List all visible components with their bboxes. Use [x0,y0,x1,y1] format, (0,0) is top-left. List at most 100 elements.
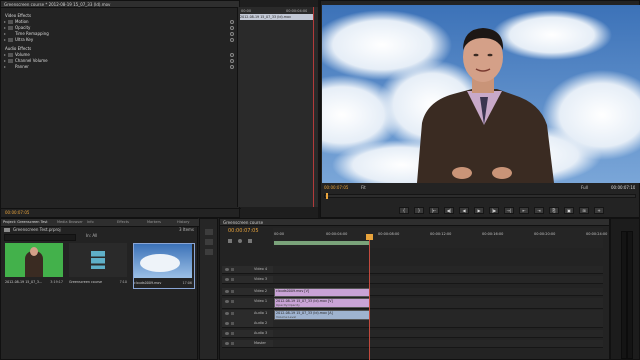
program-scrub-bar[interactable] [324,193,636,199]
track-visibility-icon[interactable] [225,278,229,281]
transport-button[interactable]: ⇥ [534,207,544,214]
reset-icon[interactable] [230,32,234,36]
program-fit-dropdown[interactable]: Fit [361,185,366,191]
reset-icon[interactable] [230,53,234,57]
expand-triangle-icon[interactable] [4,66,6,68]
timeline-tool-icons[interactable] [228,238,268,244]
snap-icon[interactable] [228,239,232,243]
transport-button[interactable]: ▣ [564,207,574,214]
transport-button[interactable]: ▶ [474,207,484,214]
track-visibility-icon[interactable] [225,300,229,303]
effect-controls-header[interactable]: Greenscreen course * 2012-08-19 15_07_33… [1,1,239,8]
timeline-ruler[interactable] [273,228,603,248]
transport-button[interactable]: →| [504,207,514,214]
track-lane[interactable] [273,330,603,338]
track-lane[interactable] [273,266,603,274]
project-tab[interactable]: Project: Greenscreen Test [3,219,55,226]
expand-triangle-icon[interactable] [4,39,6,41]
transport-button[interactable]: } [414,207,424,214]
project-item-thumbnail[interactable] [134,244,192,278]
transport-button[interactable]: |← [429,207,439,214]
track-header[interactable]: Audio 3 [222,330,273,338]
track-header[interactable]: Video 4 [222,266,273,274]
transport-button[interactable]: |▶ [489,207,499,214]
link-icon[interactable] [248,239,252,243]
track-header[interactable]: Master [222,340,273,348]
track-header[interactable]: Video 2 [222,288,273,296]
reset-icon[interactable] [230,65,234,69]
transport-button[interactable]: ⊞ [579,207,589,214]
effect-controls-timecode[interactable]: 00:00:07:05 [5,210,29,216]
clip-video1-presenter[interactable]: 2012-08-19 15_07_33 (ld).mov [V] Opacity:… [274,298,370,308]
transport-button[interactable]: { [399,207,409,214]
timeline-playhead[interactable] [366,234,373,360]
project-tab[interactable]: Markers [147,219,175,226]
track-lane[interactable] [273,340,603,348]
track-lock-icon[interactable] [231,278,234,281]
transport-button[interactable]: + [594,207,604,214]
track-lane[interactable] [273,320,603,328]
transport-button[interactable]: ⇤ [519,207,529,214]
track-lock-icon[interactable] [231,290,234,293]
razor-tool-icon[interactable] [205,239,213,245]
mini-clip-bar[interactable]: 2012-08-19 15_07_33 (ld).mov [240,14,314,20]
program-quality-dropdown[interactable]: Full [581,185,588,191]
project-tab[interactable]: Media Browser [57,219,85,226]
transport-button[interactable]: ◀ [459,207,469,214]
transport-button[interactable]: ◀| [444,207,454,214]
project-item-thumbnail[interactable] [5,243,63,277]
track-lock-icon[interactable] [231,268,234,271]
hand-tool-icon[interactable] [205,249,213,255]
video-effect-row[interactable]: Ultra Key [4,37,236,43]
track-header[interactable]: Audio 2 [222,320,273,328]
track-lock-icon[interactable] [231,342,234,345]
program-playhead[interactable] [326,193,328,199]
expand-triangle-icon[interactable] [4,60,6,62]
reset-icon[interactable] [230,26,234,30]
project-item[interactable]: clouds0009.mov 17:06 [133,243,195,289]
track-lock-icon[interactable] [231,312,234,315]
expand-triangle-icon[interactable] [4,33,6,35]
track-lock-icon[interactable] [231,322,234,325]
transport-button[interactable]: ⎘ [549,207,559,214]
audio-effect-row[interactable]: Panner [4,64,236,70]
reset-icon[interactable] [230,20,234,24]
track-visibility-icon[interactable] [225,290,229,293]
track-visibility-icon[interactable] [225,322,229,325]
expand-triangle-icon[interactable] [4,21,6,23]
fx-badge-icon[interactable] [8,26,13,30]
program-monitor-video[interactable] [322,5,640,183]
clip-video2-clouds[interactable]: clouds0009.mov [V] [274,288,370,297]
project-item[interactable]: 2012-08-19 15_07_3... 3:19:17 [5,243,65,287]
track-visibility-icon[interactable] [225,268,229,271]
project-item[interactable]: Greenscreen course 7:10 [69,243,129,287]
reset-icon[interactable] [230,38,234,42]
track-header[interactable]: Video 3 [222,276,273,284]
work-area-bar[interactable] [274,241,370,245]
clip-audio1-presenter[interactable]: 2012-08-19 15_07_33 (ld).mov [A] Volume:L… [274,310,370,320]
reset-icon[interactable] [230,59,234,63]
selection-tool-icon[interactable] [205,229,213,235]
fx-badge-icon[interactable] [8,53,13,57]
fx-badge-icon[interactable] [8,59,13,63]
timeline-tab[interactable]: Greenscreen course [220,219,609,226]
track-lane[interactable] [273,276,603,284]
timeline-timecode[interactable]: 00:00:07:05 [228,228,259,234]
project-tab[interactable]: Info [87,219,115,226]
track-visibility-icon[interactable] [225,342,229,345]
track-visibility-icon[interactable] [225,312,229,315]
fx-badge-icon[interactable] [8,20,13,24]
track-lock-icon[interactable] [231,300,234,303]
fx-badge-icon[interactable] [8,38,13,42]
project-search-input[interactable] [4,234,76,241]
track-lock-icon[interactable] [231,332,234,335]
project-search-scope[interactable]: In: All [86,233,97,239]
playhead-handle[interactable] [366,234,373,240]
project-item-thumbnail[interactable] [69,243,127,277]
track-header[interactable]: Video 1 [222,298,273,309]
marker-icon[interactable] [238,239,242,243]
track-visibility-icon[interactable] [225,332,229,335]
project-tab[interactable]: Effects [117,219,145,226]
expand-triangle-icon[interactable] [4,54,6,56]
program-timecode-left[interactable]: 00:00:07:05 [324,185,348,191]
